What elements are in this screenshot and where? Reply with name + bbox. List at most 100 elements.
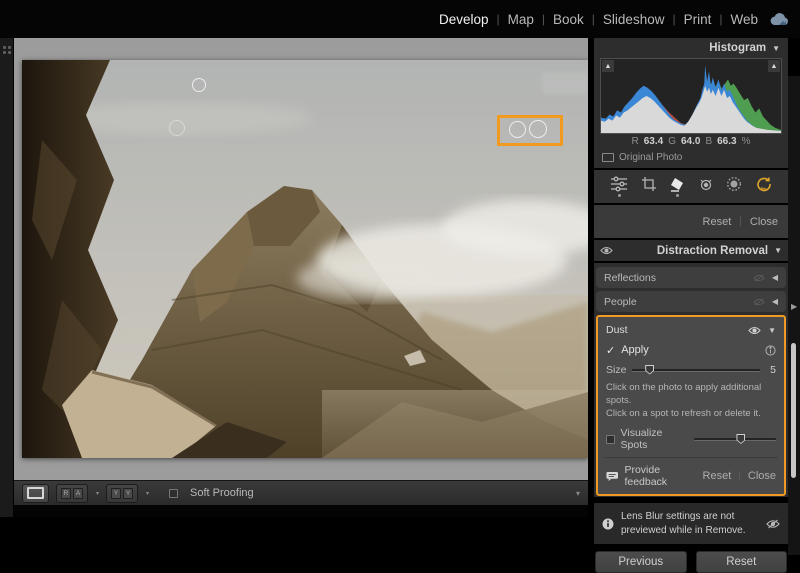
crop-tool[interactable]	[641, 176, 657, 197]
nav-separator: |	[672, 12, 675, 26]
main-content-area: R A ▾ Y Y ▾ Soft Proofing ▾	[14, 38, 588, 517]
eye-off-icon	[766, 519, 780, 529]
eye-dimmed-icon[interactable]	[753, 274, 765, 282]
right-panel-edge: ▶	[788, 76, 800, 555]
active-pane-icon: A	[73, 488, 83, 499]
edit-sliders-tool[interactable]	[610, 176, 628, 197]
tab-print[interactable]: Print	[684, 12, 712, 27]
tab-web[interactable]: Web	[730, 12, 758, 27]
masking-tool[interactable]	[726, 176, 742, 197]
visualize-spots-checkbox[interactable]	[606, 435, 615, 444]
dust-eye-icon[interactable]	[748, 326, 761, 335]
expand-left-icon[interactable]: ◀	[772, 297, 778, 306]
histogram-title: Histogram	[709, 42, 766, 54]
develop-toolbar: R A ▾ Y Y ▾ Soft Proofing ▾	[14, 480, 588, 505]
before-pane-icon: Y	[111, 488, 121, 499]
remove-heal-tool[interactable]	[669, 176, 685, 197]
chevron-down-icon[interactable]: ▼	[772, 44, 780, 53]
collapse-down-icon[interactable]: ▼	[768, 326, 776, 335]
reflections-label: Reflections	[604, 272, 656, 284]
nav-separator: |	[497, 12, 500, 26]
apply-label[interactable]: Apply	[621, 344, 649, 356]
red-eye-tool[interactable]	[698, 177, 714, 196]
size-label: Size	[606, 364, 626, 376]
info-icon[interactable]	[765, 345, 776, 356]
reference-view-button[interactable]: R A	[56, 484, 88, 503]
size-slider-thumb[interactable]	[645, 365, 654, 375]
distraction-removal-header[interactable]: Distraction Removal ▼	[594, 240, 788, 261]
loupe-view-icon	[27, 487, 44, 499]
feedback-icon[interactable]	[606, 471, 618, 482]
photo-watermark	[542, 72, 588, 94]
after-pane-icon: Y	[123, 488, 133, 499]
chevron-down-icon[interactable]: ▼	[774, 246, 782, 255]
visualize-slider[interactable]	[694, 438, 776, 441]
group-row-reflections[interactable]: Reflections ◀	[596, 267, 786, 288]
eye-dimmed-icon[interactable]	[753, 298, 765, 306]
photo-preview[interactable]	[22, 60, 588, 458]
reset-button[interactable]: Reset	[696, 551, 788, 573]
tool-active-dot	[676, 194, 679, 197]
info-filled-icon	[602, 518, 614, 530]
tab-book[interactable]: Book	[553, 12, 584, 27]
generative-remove-tool[interactable]	[755, 176, 772, 197]
divider	[604, 457, 778, 458]
size-row: Size 5	[606, 362, 776, 378]
before-after-caret[interactable]: ▾	[146, 490, 149, 497]
dust-header-row[interactable]: Dust ▼	[606, 322, 776, 338]
histogram-panel: Histogram ▼ ▲ ▲ R63.4 G64.0 B66.3 %	[594, 38, 788, 168]
apply-checkbox-checked[interactable]: ✓	[606, 344, 615, 357]
dust-spot-marker[interactable]	[509, 121, 526, 138]
histogram-chart	[601, 59, 781, 133]
group-row-people[interactable]: People ◀	[596, 291, 786, 312]
lens-blur-notice: Lens Blur settings are not previewed whi…	[594, 503, 788, 544]
loupe-view-button[interactable]	[22, 484, 49, 503]
creative-cloud-icon[interactable]	[770, 13, 790, 26]
tab-map[interactable]: Map	[508, 12, 534, 27]
tool-strip	[594, 170, 788, 203]
size-value[interactable]: 5	[766, 364, 776, 376]
original-photo-row[interactable]: Original Photo	[594, 149, 788, 165]
toolbar-options-caret[interactable]: ▾	[576, 489, 580, 498]
visualize-spots-label[interactable]: Visualize Spots	[621, 427, 688, 451]
left-panel-collapsed[interactable]	[0, 38, 14, 517]
histogram-graph[interactable]: ▲ ▲	[600, 58, 782, 134]
dust-close-button[interactable]: Close	[748, 470, 776, 482]
tab-develop[interactable]: Develop	[439, 12, 489, 27]
highlight-clipping-indicator[interactable]: ▲	[768, 60, 780, 72]
distraction-removal-title: Distraction Removal	[657, 245, 768, 257]
image-canvas[interactable]	[14, 38, 588, 480]
module-picker: Develop | Map | Book | Slideshow | Print…	[0, 0, 800, 38]
dust-title: Dust	[606, 324, 628, 336]
tool-reset-button[interactable]: Reset	[703, 216, 732, 228]
previous-button[interactable]: Previous	[595, 551, 687, 573]
soft-proofing-checkbox[interactable]	[169, 489, 178, 498]
dust-spot-marker[interactable]	[529, 120, 547, 138]
tool-active-dot	[618, 194, 621, 197]
provide-feedback-button[interactable]: Provide feedback	[624, 464, 696, 488]
shadow-clipping-indicator[interactable]: ▲	[602, 60, 614, 72]
panel-scrollbar[interactable]	[791, 343, 796, 478]
original-photo-label: Original Photo	[619, 152, 682, 163]
nav-separator: |	[542, 12, 545, 26]
apply-row: ✓ Apply	[606, 342, 776, 358]
rgb-readout: R63.4 G64.0 B66.3 %	[594, 134, 788, 149]
separator: |	[738, 471, 741, 482]
dust-spot-marker[interactable]	[192, 78, 206, 92]
before-after-view-button[interactable]: Y Y	[106, 484, 138, 503]
visualize-slider-thumb[interactable]	[736, 434, 745, 444]
size-slider[interactable]	[632, 369, 760, 372]
reference-view-caret[interactable]: ▾	[96, 490, 99, 497]
lens-blur-notice-text: Lens Blur settings are not previewed whi…	[621, 510, 759, 537]
panel-collapse-arrow-icon[interactable]: ▶	[791, 302, 797, 311]
original-photo-icon	[602, 153, 614, 162]
tool-close-button[interactable]: Close	[750, 216, 778, 228]
panel-eye-icon[interactable]	[600, 246, 613, 255]
dust-reset-button[interactable]: Reset	[703, 470, 732, 482]
visualize-row: Visualize Spots	[606, 427, 776, 451]
nav-separator: |	[592, 12, 595, 26]
histogram-header[interactable]: Histogram ▼	[594, 38, 788, 58]
dust-spot-marker[interactable]	[169, 120, 185, 136]
tab-slideshow[interactable]: Slideshow	[603, 12, 665, 27]
expand-left-icon[interactable]: ◀	[772, 273, 778, 282]
